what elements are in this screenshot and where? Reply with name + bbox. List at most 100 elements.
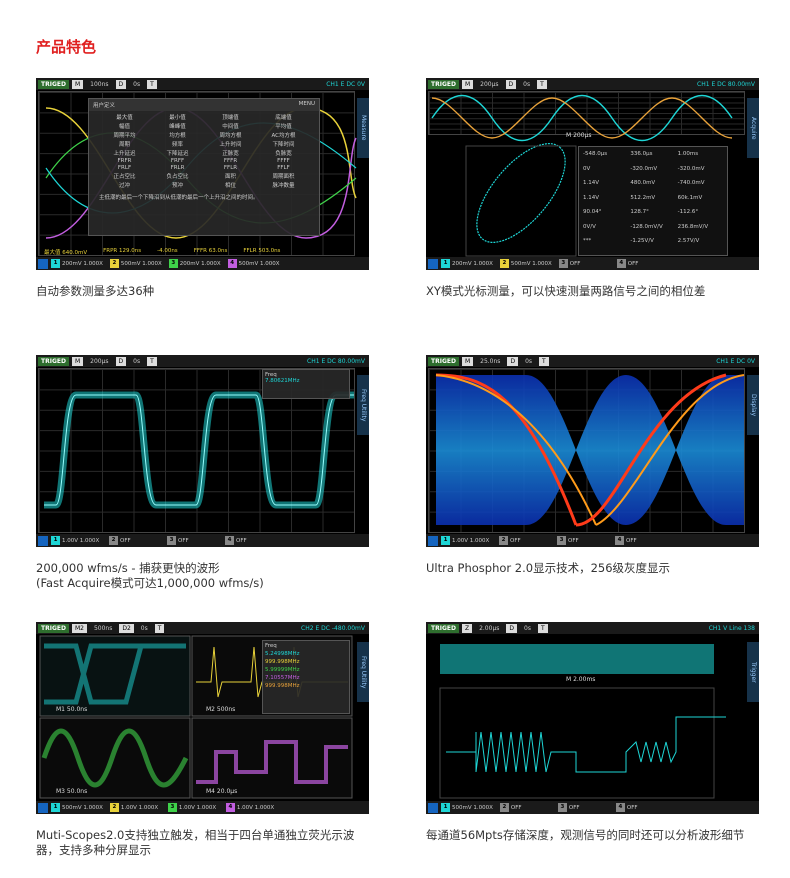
channel-1[interactable]: 1 200mV 1.000X: [441, 259, 497, 268]
measure-option[interactable]: 顶端值: [205, 113, 256, 121]
channel-4[interactable]: 4 OFF: [615, 536, 670, 545]
measure-option[interactable]: 上升时间: [205, 140, 256, 148]
measure-option[interactable]: 预冲: [152, 181, 203, 189]
measure-option[interactable]: 负脉宽: [258, 149, 309, 157]
measure-option[interactable]: FFLR: [205, 165, 256, 171]
measure-option[interactable]: 周均方根: [205, 131, 256, 139]
channel-2[interactable]: 2 OFF: [499, 803, 555, 812]
channel-1[interactable]: 1 500mV 1.000X: [51, 803, 107, 812]
channel-3[interactable]: 3 OFF: [558, 259, 614, 268]
channel-4[interactable]: 4 OFF: [616, 259, 672, 268]
channel-4[interactable]: 4 1.00V 1.000X: [225, 803, 281, 812]
channel-scale: OFF: [568, 537, 579, 544]
channel-1[interactable]: 1 1.00V 1.000X: [51, 536, 106, 545]
freq-panel: Freq 5.24998MHz 999.998MHz 5.99999MHz 7.105…: [262, 640, 350, 714]
measure-option[interactable]: 周期平均: [99, 131, 150, 139]
channel-3[interactable]: 3 200mV 1.000X: [168, 259, 225, 268]
measure-option[interactable]: 底端值: [258, 113, 309, 121]
channel-bar: 1 500mV 1.000X 2 1.00V 1.000X 3 1.00V 1.000X 4…: [36, 801, 369, 814]
channel-number: 3: [168, 259, 178, 268]
measure-option[interactable]: 周期面积: [258, 172, 309, 180]
channel-2[interactable]: 2 1.00V 1.000X: [109, 803, 165, 812]
side-tab[interactable]: Freq Utility: [357, 642, 369, 702]
channel-number: 2: [109, 536, 118, 545]
side-tab[interactable]: Measure: [357, 98, 369, 158]
cursor-value: -320.0mV: [630, 165, 658, 172]
measure-option[interactable]: 幅值: [99, 122, 150, 130]
measure-option[interactable]: 上升延迟: [99, 149, 150, 157]
channel-1[interactable]: 1 500mV 1.000X: [441, 803, 497, 812]
side-tab[interactable]: Display: [747, 375, 759, 435]
channel-number: 1: [441, 259, 450, 268]
freq-value: 5.24998MHz: [265, 651, 300, 657]
measure-option[interactable]: 峰峰值: [152, 122, 203, 130]
side-tab[interactable]: Acquire: [747, 98, 759, 158]
measure-option[interactable]: FFFF: [258, 158, 309, 164]
channel-scale: 1.00V 1.000X: [62, 537, 100, 544]
measure-option[interactable]: FRLF: [99, 165, 150, 171]
measure-menu[interactable]: 用户定义 MENU 最大值 最小值 顶端值 底端值 幅值 峰峰值 中间值 平均值 周期平均 均方根…: [88, 98, 320, 236]
measure-option[interactable]: 均方根: [152, 131, 203, 139]
measure-option[interactable]: FFLF: [258, 165, 309, 171]
channel-1[interactable]: 1 1.00V 1.000X: [441, 536, 496, 545]
channel-number: 2: [499, 259, 509, 268]
measure-result: FRPR 129.0ns: [103, 248, 142, 254]
home-icon[interactable]: [428, 535, 438, 546]
measure-option[interactable]: 正占空比: [99, 172, 150, 180]
measure-option[interactable]: 负占空比: [152, 172, 203, 180]
channel-4[interactable]: 4 OFF: [225, 536, 280, 545]
channel-4[interactable]: 4 500mV 1.000X: [227, 259, 284, 268]
measure-option[interactable]: 最大值: [99, 113, 150, 121]
measure-option[interactable]: 相位: [205, 181, 256, 189]
measure-option[interactable]: 最小值: [152, 113, 203, 121]
measure-result: FFLR 503.0ns: [243, 248, 281, 254]
measure-option[interactable]: 下降时间: [258, 140, 309, 148]
measure-option[interactable]: FFFR: [205, 158, 256, 164]
cursor-value: 480.0mV: [630, 180, 656, 187]
measure-option[interactable]: 中间值: [205, 122, 256, 130]
channel-bar: 1 200mV 1.000X 2 500mV 1.000X 3 200mV 1.000X 4…: [36, 257, 369, 270]
caption: 每通道56Mpts存储深度，观测信号的同时还可以分析波形细节: [426, 828, 745, 842]
home-icon[interactable]: [428, 802, 438, 813]
measure-option[interactable]: 下降延迟: [152, 149, 203, 157]
measure-option[interactable]: FRFR: [99, 158, 150, 164]
measure-option[interactable]: 周期: [99, 140, 150, 148]
scope-screenshot: TRIGED Z 2.00μs D 0s T CH1 V Line 138 M …: [426, 622, 759, 814]
channel-3[interactable]: 3 OFF: [557, 536, 612, 545]
channel-1[interactable]: 1 200mV 1.000X: [51, 259, 107, 268]
home-icon[interactable]: [38, 535, 48, 546]
channel-2[interactable]: 2 OFF: [499, 536, 554, 545]
measure-option[interactable]: 脉冲数量: [258, 181, 309, 189]
measure-option[interactable]: FRFF: [152, 158, 203, 164]
channel-scale: OFF: [626, 537, 637, 544]
channel-2[interactable]: 2 500mV 1.000X: [109, 259, 166, 268]
channel-scale: OFF: [510, 537, 521, 544]
cursor-table: -548.0μs 336.0μs 1.00ms 0V -320.0mV -320.0mV 1…: [578, 146, 728, 256]
measure-option[interactable]: FRLR: [152, 165, 203, 171]
channel-4[interactable]: 4 OFF: [615, 803, 671, 812]
channel-3[interactable]: 3 OFF: [167, 536, 222, 545]
channel-3[interactable]: 3 OFF: [557, 803, 613, 812]
channel-number: 4: [616, 259, 626, 268]
menu-close[interactable]: MENU: [299, 101, 315, 109]
home-icon[interactable]: [38, 802, 48, 813]
channel-2[interactable]: 2 500mV 1.000X: [499, 259, 556, 268]
channel-2[interactable]: 2 OFF: [109, 536, 164, 545]
channel-scale: 1.00V 1.000X: [236, 804, 275, 811]
home-icon[interactable]: [38, 258, 48, 269]
side-tab[interactable]: Freq Utility: [357, 375, 369, 435]
zoom-label: M 200μs: [566, 132, 592, 139]
measure-option[interactable]: 平均值: [258, 122, 309, 130]
measure-option[interactable]: AC均方根: [258, 131, 309, 139]
channel-number: 2: [499, 803, 509, 812]
caption: Ultra Phosphor 2.0显示技术，256级灰度显示: [426, 561, 671, 575]
measure-option[interactable]: 正脉宽: [205, 149, 256, 157]
scope-screenshot: TRIGED M 25.0ns D 0s T CH1 E DC 0V Displ…: [426, 355, 759, 547]
measure-option[interactable]: 面积: [205, 172, 256, 180]
measure-option[interactable]: 过冲: [99, 181, 150, 189]
channel-scale: OFF: [627, 260, 639, 267]
home-icon[interactable]: [428, 258, 438, 269]
side-tab[interactable]: Trigger: [747, 642, 759, 702]
measure-option[interactable]: 频率: [152, 140, 203, 148]
channel-3[interactable]: 3 1.00V 1.000X: [167, 803, 223, 812]
